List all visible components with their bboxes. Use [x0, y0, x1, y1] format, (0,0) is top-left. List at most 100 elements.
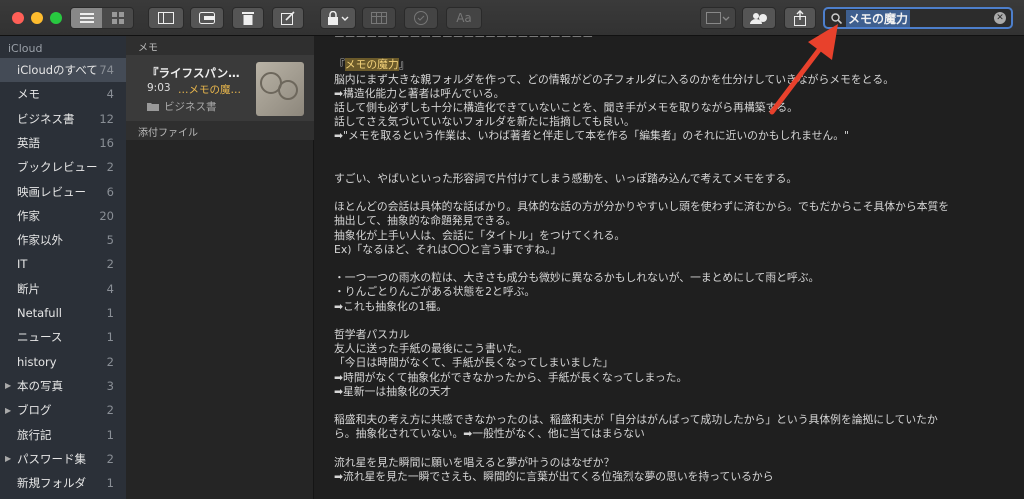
sidebar-folder-item[interactable]: ▶ パスワード集 2 [0, 447, 126, 471]
note-line-text: ➡構造化能力と著者は呼んでいる。 [334, 86, 505, 100]
note-line-text: ➡時間がなくて抽象化ができなかったから、手紙が長くなってしまった。 [334, 370, 688, 384]
sidebar-icon [158, 12, 174, 24]
note-line-text: 話してさえ気づいていないフォルダを新たに指摘しても良い。 [334, 115, 635, 129]
search-input[interactable]: メモの魔力 [846, 9, 911, 27]
note-line [334, 158, 1014, 172]
sidebar-folder-item[interactable]: ブックレビュー 2 [0, 155, 126, 179]
view-mode-toggle[interactable] [70, 7, 134, 29]
note-line [334, 399, 1014, 413]
note-editor[interactable]: ーーーーーーーーーーーーーーーーーーーーーーーー『メモの魔力』 脳内にまず大きな親… [314, 36, 1024, 499]
share-icon [794, 10, 806, 26]
note-line: すごい、やばいといった形容詞で片付けてしまう感動を、いっぽ踏み込んで考えてメモを… [334, 172, 1014, 186]
sidebar-folder-item[interactable]: 最近削除した…7 [0, 495, 126, 499]
sidebar-folder-item[interactable]: 旅行記 1 [0, 423, 126, 447]
delete-button[interactable] [232, 7, 264, 29]
note-line: 抽出して、抽象的な命題発見できる。 [334, 214, 1014, 228]
checklist-button[interactable] [404, 7, 438, 29]
note-line-text: 「今日は時間がなくて、手紙が長くなってしまいました」 [334, 356, 614, 370]
format-button[interactable]: Aa [446, 7, 482, 29]
attachments-button[interactable] [190, 7, 224, 29]
folder-icon [147, 103, 159, 111]
note-line-text: ーーーーーーーーーーーーーーーーーーーーーーーー [334, 36, 594, 43]
toolbar: Aa メモの魔力 ✕ [0, 0, 1024, 36]
sidebar-item-label: 作家以外 [17, 233, 63, 248]
attachments-header: 添付ファイル [126, 121, 314, 140]
checklist-icon [414, 11, 428, 25]
note-line: ➡これも抽象化の1種。 [334, 300, 1014, 314]
note-line: 稲盛和夫の考え方に共感できなかったのは、稲盛和夫が「自分はがんばって成功したから… [334, 413, 1014, 427]
note-title: 『ライフスパン… [147, 66, 240, 80]
note-folder: ビジネス書 [147, 99, 217, 114]
disclosure-triangle-icon[interactable]: ▶ [5, 406, 11, 415]
note-list-header: メモ [126, 36, 314, 55]
note-line [334, 314, 1014, 328]
toggle-sidebar-button[interactable] [148, 7, 184, 29]
sidebar-folder-item[interactable]: ▶ 本の写真 3 [0, 374, 126, 398]
note-line: 『メモの魔力』 [334, 58, 1014, 72]
sidebar-folder-item[interactable]: 作家以外 5 [0, 228, 126, 252]
sidebar-folder-item[interactable]: IT 2 [0, 252, 126, 276]
sidebar-folder-item[interactable]: メモ 4 [0, 82, 126, 106]
note-line: 話して側も必ずしも十分に構造化できていないことを、聞き手がメモを取りながら再構築… [334, 101, 1014, 115]
sidebar-item-label: パスワード集 [17, 451, 86, 466]
sidebar: iCloud iCloudのすべて 74 メモ 4 ビジネス書 12 英語 16 ブックレビュー… [0, 36, 126, 499]
sidebar-folder-item[interactable]: 作家 20 [0, 204, 126, 228]
sidebar-item-count: 2 [106, 451, 114, 466]
note-line-text: 友人に送った手紙の最後にこう書いた。 [334, 342, 529, 356]
sidebar-item-label: ニュース [17, 330, 63, 345]
note-list-item[interactable]: 『ライフスパン… 9:03 …メモの魔… ビジネス書 [126, 55, 314, 125]
zoom-window-button[interactable] [50, 12, 62, 24]
note-line-text: 』 [398, 58, 410, 72]
sidebar-item-label: 映画レビュー [17, 184, 86, 199]
note-folder-label: ビジネス書 [164, 101, 217, 113]
collaborate-button[interactable] [742, 7, 776, 29]
sidebar-item-count: 1 [106, 476, 114, 491]
note-line: ・一つ一つの雨水の粒は、大きさも成分も微妙に異なるかもしれないが、一まとめにして… [334, 271, 1014, 285]
sidebar-folder-item[interactable]: ニュース 1 [0, 325, 126, 349]
sidebar-item-count: 2 [106, 160, 114, 175]
search-field[interactable]: メモの魔力 ✕ [823, 7, 1013, 29]
sidebar-section-title: iCloud [8, 42, 43, 55]
sidebar-folder-item[interactable]: Netafull 1 [0, 301, 126, 325]
sidebar-folder-item[interactable]: iCloudのすべて 74 [0, 58, 126, 82]
close-window-button[interactable] [12, 12, 24, 24]
sidebar-folder-item[interactable]: ▶ ブログ 2 [0, 398, 126, 422]
photo-insert-button[interactable] [700, 7, 736, 29]
sidebar-folder-item[interactable]: 英語 16 [0, 131, 126, 155]
lock-button[interactable] [320, 7, 356, 29]
sidebar-folder-item[interactable]: history 2 [0, 350, 126, 374]
compose-icon [281, 11, 295, 25]
sidebar-folder-item[interactable]: ビジネス書 12 [0, 107, 126, 131]
sidebar-folder-item[interactable]: 映画レビュー 6 [0, 180, 126, 204]
note-line-text: 哲学者パスカル [334, 327, 410, 341]
attachments-icon [199, 12, 215, 24]
sidebar-item-count: 1 [106, 306, 114, 320]
minimize-window-button[interactable] [31, 12, 43, 24]
clear-search-icon[interactable]: ✕ [994, 12, 1006, 24]
note-line-text: Ex)「なるほど、それは〇〇と言う事ですね。」 [334, 242, 562, 256]
note-snippet: …メモの魔… [178, 84, 241, 96]
new-note-button[interactable] [272, 7, 304, 29]
disclosure-triangle-icon[interactable]: ▶ [5, 454, 11, 463]
sidebar-item-label: ブログ [17, 403, 52, 418]
sidebar-item-label: Netafull [17, 306, 62, 320]
add-people-icon [750, 13, 767, 24]
gallery-view-icon[interactable] [102, 8, 133, 28]
share-button[interactable] [784, 7, 816, 29]
sidebar-item-label: iCloudのすべて [17, 63, 98, 77]
disclosure-triangle-icon[interactable]: ▶ [5, 381, 11, 390]
note-body[interactable]: ーーーーーーーーーーーーーーーーーーーーーーーー『メモの魔力』 脳内にまず大きな親… [334, 36, 1014, 484]
table-icon [371, 12, 387, 24]
sidebar-item-count: 2 [106, 403, 114, 418]
sidebar-folder-item[interactable]: 新規フォルダ 1 [0, 471, 126, 495]
sidebar-item-label: 旅行記 [17, 427, 52, 442]
note-line: ほとんどの会話は具体的な話ばかり。具体的な話の方が分かりやすいし頭を使わずに済む… [334, 200, 1014, 214]
note-line-text: 抽出して、抽象的な命題発見できる。 [334, 214, 517, 228]
list-view-icon[interactable] [71, 8, 102, 28]
table-button[interactable] [362, 7, 396, 29]
note-line: ➡"メモを取るという作業は、いわば著者と伴走して本を作る「編集者」のそれに近いの… [334, 129, 1014, 143]
note-line: ➡構造化能力と著者は呼んでいる。 [334, 87, 1014, 101]
note-line-text: 脳内にまず大きな親フォルダを作って、どの情報がどの子フォルダに入るのかを仕分けし… [334, 72, 895, 86]
sidebar-item-count: 16 [99, 135, 114, 150]
sidebar-folder-item[interactable]: 断片 4 [0, 277, 126, 301]
